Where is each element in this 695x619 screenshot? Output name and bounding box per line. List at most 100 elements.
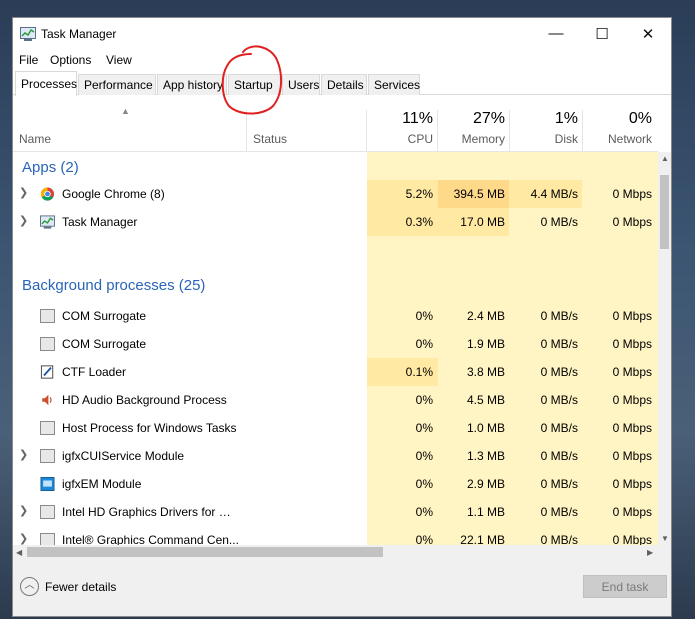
disk-value: 0 MB/s (540, 449, 578, 463)
network-value: 0 Mbps (612, 337, 652, 351)
table-row[interactable]: CTF Loader 0.1% 3.8 MB 0 MB/s 0 Mbps (13, 358, 658, 386)
memory-total: 27% (472, 110, 505, 127)
sort-up-icon[interactable]: ▲ (121, 106, 130, 116)
process-name: Intel® Graphics Command Cen... (62, 533, 239, 545)
process-name: igfxCUIService Module (62, 449, 185, 463)
network-value: 0 Mbps (612, 187, 652, 201)
red-circle-annotation (221, 45, 283, 115)
process-name: COM Surrogate (62, 337, 147, 351)
horizontal-scrollbar[interactable]: ◀ ▶ (13, 545, 658, 559)
menu-view[interactable]: View (106, 53, 132, 67)
disk-value: 0 MB/s (540, 505, 578, 519)
disk-value: 0 MB/s (540, 215, 578, 229)
tab-details[interactable]: Details (321, 74, 367, 95)
table-row[interactable]: HD Audio Background Process 0% 4.5 MB 0 … (13, 386, 658, 414)
column-header: ▲ Name Status 11% CPU 27% Memory 1% Disk… (13, 96, 658, 152)
scroll-right-icon[interactable]: ▶ (647, 548, 653, 557)
network-value: 0 Mbps (612, 365, 652, 379)
close-icon: ✕ (641, 25, 655, 43)
network-value: 0 Mbps (612, 215, 652, 229)
table-row[interactable]: ❯ Task Manager 0.3% 17.0 MB 0 MB/s 0 Mbp… (13, 208, 658, 236)
cpu-value: 5.2% (405, 187, 433, 201)
column-network[interactable]: Network (583, 132, 652, 146)
scrollbar-corner (658, 545, 671, 559)
disk-value: 0 MB/s (540, 477, 578, 491)
network-value: 0 Mbps (612, 477, 652, 491)
table-row[interactable]: ❯ Intel® Graphics Command Cen... 0% 22.1… (13, 526, 658, 545)
menu-options[interactable]: Options (50, 53, 91, 67)
disk-value: 0 MB/s (540, 365, 578, 379)
close-button[interactable]: ✕ (625, 18, 671, 49)
network-value: 0 Mbps (612, 533, 652, 545)
table-row[interactable]: COM Surrogate 0% 1.9 MB 0 MB/s 0 Mbps (13, 330, 658, 358)
table-row[interactable]: ❯ Google Chrome (8) 5.2% 394.5 MB 4.4 MB… (13, 180, 658, 208)
chevron-up-icon[interactable]: ︿ (20, 577, 39, 596)
expand-chevron-icon[interactable]: ❯ (19, 214, 28, 227)
group-label: Background processes (25) (22, 277, 206, 294)
column-cpu[interactable]: CPU (368, 132, 433, 146)
column-disk[interactable]: Disk (510, 132, 578, 146)
process-name: Google Chrome (8) (62, 187, 165, 201)
expand-chevron-icon[interactable]: ❯ (19, 448, 28, 461)
cpu-value: 0.1% (405, 365, 433, 379)
expand-chevron-icon[interactable]: ❯ (19, 532, 28, 545)
column-memory[interactable]: Memory (438, 132, 505, 146)
memory-value: 1.9 MB (466, 337, 505, 351)
tab-services[interactable]: Services (368, 74, 420, 95)
group-header-background[interactable]: Background processes (25) (13, 236, 658, 302)
fewer-details-link[interactable]: Fewer details (45, 580, 116, 594)
vertical-scrollbar[interactable]: ▲ ▼ (658, 152, 671, 545)
maximize-button[interactable]: ☐ (579, 18, 625, 49)
window-title: Task Manager (41, 27, 117, 41)
network-value: 0 Mbps (612, 449, 652, 463)
maximize-icon: ☐ (595, 25, 609, 43)
expand-chevron-icon[interactable]: ❯ (19, 504, 28, 517)
scroll-down-icon[interactable]: ▼ (661, 534, 669, 543)
group-header-apps[interactable]: Apps (2) (13, 152, 658, 180)
menu-file[interactable]: File (19, 53, 38, 67)
scroll-left-icon[interactable]: ◀ (16, 548, 22, 557)
tab-app-history[interactable]: App history (157, 74, 227, 95)
service-window-icon (40, 337, 55, 351)
process-name: igfxEM Module (62, 477, 142, 491)
tab-performance[interactable]: Performance (78, 74, 156, 95)
end-task-button[interactable]: End task (583, 575, 667, 598)
horizontal-scroll-thumb[interactable] (27, 547, 383, 557)
memory-value: 1.3 MB (466, 449, 505, 463)
column-name[interactable]: Name (19, 132, 51, 146)
column-status[interactable]: Status (253, 132, 287, 146)
process-name: COM Surrogate (62, 309, 147, 323)
disk-value: 0 MB/s (540, 533, 578, 545)
network-value: 0 Mbps (612, 309, 652, 323)
network-value: 0 Mbps (612, 421, 652, 435)
table-row[interactable]: igfxEM Module 0% 2.9 MB 0 MB/s 0 Mbps (13, 470, 658, 498)
disk-value: 0 MB/s (540, 393, 578, 407)
column-divider[interactable] (366, 110, 367, 151)
service-window-icon (40, 505, 55, 519)
memory-value: 394.5 MB (453, 187, 505, 201)
process-name: Task Manager (62, 215, 138, 229)
network-value: 0 Mbps (612, 393, 652, 407)
scroll-up-icon[interactable]: ▲ (661, 154, 669, 163)
disk-total: 1% (554, 110, 578, 127)
minimize-button[interactable]: — (533, 18, 579, 49)
cpu-total: 11% (402, 110, 433, 127)
memory-value: 17.0 MB (460, 215, 505, 229)
tab-processes[interactable]: Processes (15, 71, 77, 96)
title-bar[interactable]: Task Manager — ☐ ✕ (13, 18, 671, 49)
cpu-value: 0% (415, 449, 433, 463)
memory-value: 2.9 MB (466, 477, 505, 491)
vertical-scroll-thumb[interactable] (660, 175, 669, 249)
service-window-icon (40, 421, 55, 435)
table-row[interactable]: COM Surrogate 0% 2.4 MB 0 MB/s 0 Mbps (13, 302, 658, 330)
memory-value: 4.5 MB (466, 393, 505, 407)
process-name: CTF Loader (62, 365, 127, 379)
disk-value: 0 MB/s (540, 309, 578, 323)
table-row[interactable]: Host Process for Windows Tasks 0% 1.0 MB… (13, 414, 658, 442)
table-row[interactable]: ❯ igfxCUIService Module 0% 1.3 MB 0 MB/s… (13, 442, 658, 470)
menu-bar: File Options View (13, 49, 671, 69)
memory-value: 2.4 MB (466, 309, 505, 323)
intel-graphics-icon (40, 477, 55, 491)
table-row[interactable]: ❯ Intel HD Graphics Drivers for Wi... 0%… (13, 498, 658, 526)
expand-chevron-icon[interactable]: ❯ (19, 186, 28, 199)
